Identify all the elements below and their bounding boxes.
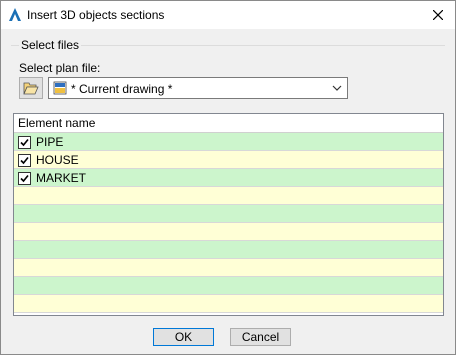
plan-file-select[interactable]: * Current drawing * [48, 77, 348, 99]
folder-open-icon [23, 82, 39, 95]
close-button[interactable] [427, 5, 449, 25]
empty-row [14, 223, 443, 241]
ok-button[interactable]: OK [153, 328, 214, 346]
checkmark-icon [20, 138, 29, 147]
empty-row [14, 205, 443, 223]
window-title: Insert 3D objects sections [27, 8, 165, 22]
plan-file-value: * Current drawing * [71, 82, 173, 96]
chevron-down-icon [332, 85, 342, 91]
cancel-button[interactable]: Cancel [230, 328, 291, 346]
browse-button[interactable] [19, 77, 43, 99]
empty-row [14, 187, 443, 205]
empty-row [14, 241, 443, 259]
empty-row [14, 277, 443, 295]
checkmark-icon [20, 156, 29, 165]
empty-row [14, 295, 443, 313]
row-checkbox[interactable] [18, 136, 31, 149]
drawing-file-icon [53, 81, 67, 95]
table-row[interactable]: MARKET [14, 169, 443, 187]
table-row[interactable]: PIPE [14, 133, 443, 151]
column-header-element-name[interactable]: Element name [14, 114, 443, 133]
dialog-window: Insert 3D objects sections Select files … [0, 0, 456, 355]
group-legend: Select files [19, 38, 82, 52]
row-label: PIPE [36, 135, 64, 149]
empty-row [14, 259, 443, 277]
row-checkbox[interactable] [18, 172, 31, 185]
autocad-logo-icon [9, 8, 21, 21]
plan-file-label: Select plan file: [19, 61, 101, 75]
title-bar[interactable]: Insert 3D objects sections [1, 1, 455, 29]
checkmark-icon [20, 174, 29, 183]
table-row[interactable]: HOUSE [14, 151, 443, 169]
element-table: Element name PIPE HOUSE MARKET [13, 113, 444, 316]
row-checkbox[interactable] [18, 154, 31, 167]
row-label: MARKET [36, 171, 87, 185]
close-icon [433, 10, 443, 20]
row-label: HOUSE [36, 153, 79, 167]
